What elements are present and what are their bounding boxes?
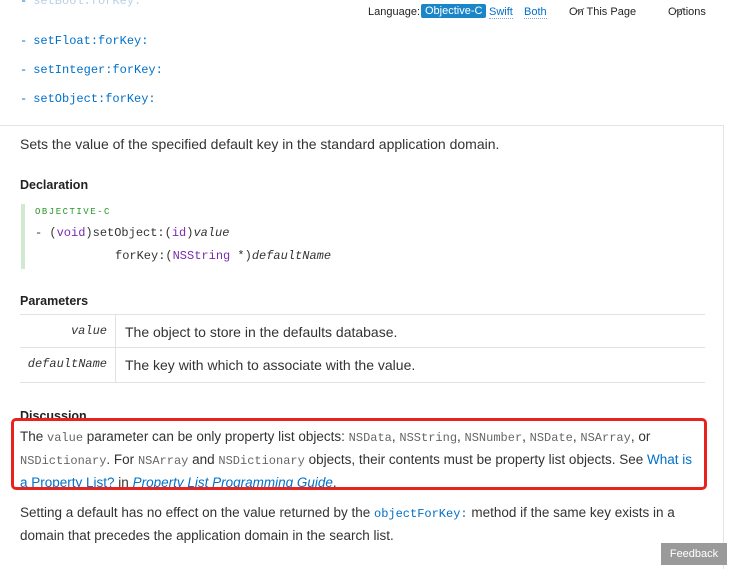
- programming-guide-link[interactable]: Property List Programming Guide: [133, 475, 333, 490]
- param-description: The object to store in the defaults data…: [125, 324, 398, 340]
- discussion-paragraph: The value parameter can be only property…: [20, 429, 692, 490]
- method-link-setobject[interactable]: - setObject:forKey:: [20, 92, 156, 106]
- on-this-page-menu[interactable]: On This Page: [569, 3, 636, 18]
- method-link-setinteger[interactable]: - setInteger:forKey:: [20, 63, 163, 77]
- method-summary: Sets the value of the specified default …: [20, 136, 500, 152]
- discussion-heading: Discussion: [20, 409, 87, 423]
- feedback-button[interactable]: Feedback: [661, 543, 727, 565]
- table-row: defaultName The key with which to associ…: [20, 348, 705, 383]
- objectforkey-link[interactable]: objectForKey:: [374, 507, 468, 521]
- declaration-line-2: forKey:(NSString *)defaultName: [115, 249, 332, 263]
- method-link-setfloat[interactable]: - setFloat:forKey:: [20, 34, 148, 48]
- declaration-line-1: - (void)setObject:(id)value: [35, 226, 230, 240]
- param-name: value: [70, 324, 107, 338]
- parameters-heading: Parameters: [20, 294, 89, 308]
- language-swift-button[interactable]: Swift: [489, 6, 513, 19]
- discussion-paragraph-2: Setting a default has no effect on the v…: [20, 505, 675, 543]
- parameters-table: value The object to store in the default…: [20, 314, 705, 383]
- table-row: value The object to store in the default…: [20, 314, 705, 348]
- declaration-block: OBJECTIVE-C - (void)setObject:(id)value …: [21, 204, 705, 269]
- options-menu[interactable]: Options: [668, 3, 706, 18]
- declaration-language: OBJECTIVE-C: [35, 207, 111, 217]
- declaration-heading: Declaration: [20, 178, 89, 192]
- method-list-panel: - setBool:forKey: - setFloat:forKey: - setI…: [0, 0, 732, 125]
- param-description: The key with which to associate with the…: [125, 357, 416, 373]
- param-name: defaultName: [27, 357, 107, 371]
- language-both-button[interactable]: Both: [524, 6, 547, 19]
- language-label: Language:: [368, 6, 420, 18]
- method-link-setbool[interactable]: - setBool:forKey:: [20, 0, 141, 8]
- language-objc-button[interactable]: Objective-C: [421, 4, 487, 18]
